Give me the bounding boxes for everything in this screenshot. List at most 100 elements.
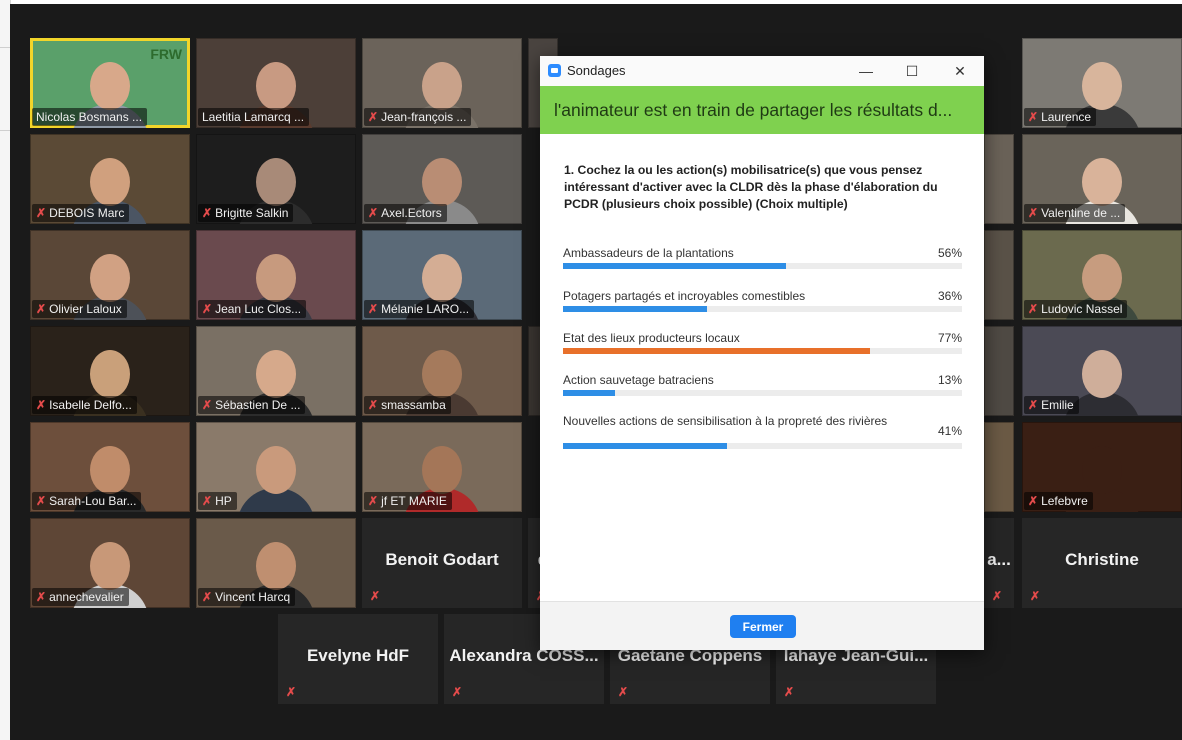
poll-option-label: Action sauvetage batraciens (563, 373, 714, 387)
participant-name-text: Emilie (1041, 398, 1074, 412)
poll-titlebar: Sondages — ☐ ✕ (540, 56, 984, 87)
participant-name: ✗ DEBOIS Marc (32, 204, 130, 222)
participant-tile[interactable]: Laetitia Lamarcq ... (196, 38, 356, 128)
participant-name-text: jf ET MARIE (381, 494, 447, 508)
participant-tile[interactable]: ✗ Axel.Ectors (362, 134, 522, 224)
participant-name-text: Nicolas Bosmans ... (36, 110, 143, 124)
participant-name: ✗ HP (198, 492, 237, 510)
maximize-button[interactable]: ☐ (898, 59, 926, 83)
muted-mic-icon: ✗ (368, 206, 379, 220)
poll-dialog: Sondages — ☐ ✕ l'animateur est en train … (540, 56, 984, 650)
poll-result-bar-track (563, 348, 962, 354)
participant-name: ✗ Jean Luc Clos... (198, 300, 307, 318)
participant-tile[interactable]: ✗ Isabelle Delfo... (30, 326, 190, 416)
participant-tile-no-video[interactable]: Benoit Godart ✗ (362, 518, 522, 608)
participant-name-text: Laetitia Lamarcq ... (202, 110, 305, 124)
participant-tile[interactable]: ✗ Sébastien De ... (196, 326, 356, 416)
poll-option-percent: 41% (937, 424, 962, 438)
poll-question: 1. Cochez la ou les action(s) mobilisatr… (564, 163, 938, 211)
participant-tile-hidden (984, 134, 1014, 224)
participant-name-text: Olivier Laloux (49, 302, 122, 316)
participant-tile[interactable]: ✗ HP (196, 422, 356, 512)
muted-mic-icon: ✗ (1028, 206, 1039, 220)
participant-name: ✗ Jean-françois ... (364, 108, 472, 126)
muted-mic-icon: ✗ (202, 302, 213, 316)
muted-mic-icon: ✗ (36, 206, 47, 220)
participant-name-text: DEBOIS Marc (49, 206, 125, 220)
participant-name: ✗ Ludovic Nassel (1024, 300, 1128, 318)
poll-option-label: Nouvelles actions de sensibilisation à l… (563, 414, 888, 428)
participant-tile[interactable]: ✗ Jean-françois ... (362, 38, 522, 128)
participant-name-text: Valentine de ... (1041, 206, 1121, 220)
muted-mic-icon: ✗ (202, 494, 213, 508)
participant-tile[interactable]: ✗ Mélanie LARO... (362, 230, 522, 320)
muted-mic-icon: ✗ (368, 494, 379, 508)
participant-name: ✗ Laurence (1024, 108, 1097, 126)
muted-mic-icon: ✗ (368, 110, 379, 124)
participant-tile[interactable]: FRW Nicolas Bosmans ... (30, 38, 190, 128)
participant-name: ✗ jf ET MARIE (364, 492, 452, 510)
participant-tile[interactable]: ✗ Sarah-Lou Bar... (30, 422, 190, 512)
participant-tile[interactable]: ✗ smassamba (362, 326, 522, 416)
muted-mic-icon: ✗ (1028, 494, 1039, 508)
participant-name-text: Brigitte Salkin (215, 206, 289, 220)
participant-name-text: Laurence (1041, 110, 1092, 124)
muted-mic-icon: ✗ (36, 494, 47, 508)
muted-mic-icon: ✗ (368, 398, 379, 412)
poll-result-bar-track (563, 263, 962, 269)
participant-tile-no-video[interactable]: Evelyne HdF ✗ (278, 614, 438, 704)
participant-name-text: annechevalier (49, 590, 124, 604)
participant-name: ✗ smassamba (364, 396, 451, 414)
participant-name: Nicolas Bosmans ... (32, 108, 148, 126)
zoom-app-icon (548, 64, 561, 77)
close-window-button[interactable]: ✕ (946, 59, 974, 83)
sharing-results-banner: l'animateur est en train de partager les… (540, 86, 984, 134)
participant-tile-no-video[interactable]: Christine ✗ (1022, 518, 1182, 608)
participant-name: ✗ Isabelle Delfo... (32, 396, 137, 414)
participant-tile[interactable]: ✗ Laurence (1022, 38, 1182, 128)
participant-name-text: Ludovic Nassel (1041, 302, 1123, 316)
participant-tile[interactable]: ✗ Valentine de ... (1022, 134, 1182, 224)
participant-tile[interactable]: ✗ Olivier Laloux (30, 230, 190, 320)
participant-tile[interactable]: ✗ annechevalier (30, 518, 190, 608)
participant-display-name: Christine (1065, 550, 1139, 569)
poll-result-bar (563, 348, 871, 354)
participant-tile-hidden (984, 422, 1014, 512)
participant-tile[interactable]: ✗ Vincent Harcq (196, 518, 356, 608)
participant-name: ✗ Vincent Harcq (198, 588, 296, 606)
muted-mic-icon: ✗ (452, 685, 463, 699)
muted-mic-icon: ✗ (202, 590, 213, 604)
participant-name-text: Vincent Harcq (215, 590, 291, 604)
participant-name: ✗ Mélanie LARO... (364, 300, 475, 318)
muted-mic-icon: ✗ (368, 302, 379, 316)
poll-option-percent: 13% (937, 373, 962, 387)
participant-display-name: Evelyne HdF (306, 646, 410, 665)
participant-name-text: Sarah-Lou Bar... (49, 494, 137, 508)
fermer-button[interactable]: Fermer (730, 615, 796, 638)
participant-tile-hidden (984, 230, 1014, 320)
participant-tile-no-video[interactable]: a... ✗ (984, 518, 1014, 608)
minimize-button[interactable]: — (852, 59, 880, 83)
participant-name-text: Mélanie LARO... (381, 302, 470, 316)
participant-tile[interactable]: ✗ Ludovic Nassel (1022, 230, 1182, 320)
participant-tile[interactable]: ✗ Brigitte Salkin (196, 134, 356, 224)
muted-mic-icon: ✗ (784, 685, 795, 699)
poll-result-bar-track (563, 390, 962, 396)
frw-logo: FRW (150, 46, 182, 62)
participant-tile[interactable]: ✗ DEBOIS Marc (30, 134, 190, 224)
participant-tile[interactable]: ✗ Lefebvre (1022, 422, 1182, 512)
participant-name: Laetitia Lamarcq ... (198, 108, 310, 126)
participant-name-text: Jean-françois ... (381, 110, 467, 124)
participant-name: ✗ Emilie (1024, 396, 1079, 414)
participant-name: ✗ Brigitte Salkin (198, 204, 294, 222)
participant-name-text: smassamba (381, 398, 446, 412)
participant-tile[interactable]: ✗ Emilie (1022, 326, 1182, 416)
participant-tile[interactable]: ✗ Jean Luc Clos... (196, 230, 356, 320)
poll-result-bar-track (563, 443, 962, 449)
participant-tile-hidden (984, 326, 1014, 416)
poll-option-label: Ambassadeurs de la plantations (563, 246, 734, 260)
muted-mic-icon: ✗ (370, 589, 381, 603)
participant-tile[interactable]: ✗ jf ET MARIE (362, 422, 522, 512)
poll-footer: Fermer (540, 601, 984, 650)
participant-name: ✗ Lefebvre (1024, 492, 1093, 510)
